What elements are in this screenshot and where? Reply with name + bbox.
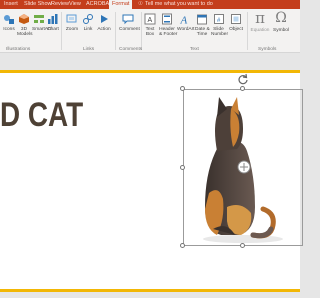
slide-number-icon: # xyxy=(213,14,224,24)
tab-review[interactable]: Review xyxy=(51,1,69,9)
tab-insert[interactable]: Insert xyxy=(4,1,18,9)
group-separator xyxy=(247,12,248,50)
group-separator xyxy=(61,12,62,50)
svg-text:A: A xyxy=(148,17,153,24)
header-footer-icon xyxy=(162,13,172,25)
group-label-symbols: Symbols xyxy=(258,47,277,52)
smartart-icon xyxy=(34,15,44,23)
group-label-illustrations: Illustrations xyxy=(6,47,31,52)
zoom-icon xyxy=(66,14,77,23)
wordart-button[interactable]: A WordArt xyxy=(177,13,195,33)
icons-button[interactable]: Icons xyxy=(2,13,16,32)
group-separator xyxy=(115,12,116,50)
omega-icon: Ω xyxy=(275,10,287,26)
action-button[interactable]: Action xyxy=(97,13,111,32)
slide-bottom-rule xyxy=(0,289,300,292)
ribbon-insert: Icons 3D Models SmartArt Chart Zoom Link… xyxy=(0,9,300,53)
symbol-button[interactable]: Ω Symbol xyxy=(272,10,290,34)
tab-format[interactable]: Format xyxy=(109,0,133,9)
rotate-handle-icon[interactable] xyxy=(237,73,249,85)
resize-handle-bottom[interactable] xyxy=(240,243,245,248)
tab-slide-show[interactable]: Slide Show xyxy=(24,1,52,9)
resize-handle-left[interactable] xyxy=(180,165,185,170)
action-icon xyxy=(101,15,108,23)
chart-icon xyxy=(48,14,58,24)
3d-models-button[interactable]: 3D Models xyxy=(17,13,32,37)
group-label-links: Links xyxy=(83,47,95,52)
group-separator xyxy=(141,12,142,50)
pi-icon: π xyxy=(255,9,265,27)
ribbon-tab-bar: Insert Slide Show Review View ACROBAT Fo… xyxy=(0,0,300,9)
comment-icon xyxy=(122,14,134,25)
equation-button[interactable]: π Equation xyxy=(250,9,270,34)
link-icon xyxy=(83,14,93,24)
smartart-button[interactable]: SmartArt xyxy=(32,13,51,32)
text-box-button[interactable]: A Text Box xyxy=(144,13,156,37)
cube-icon xyxy=(19,14,29,24)
group-label-comments: Comments xyxy=(119,47,143,52)
header-footer-button[interactable]: Header & Footer xyxy=(159,13,177,37)
lightbulb-icon: ☉ xyxy=(138,1,143,7)
link-button[interactable]: Link xyxy=(82,13,94,32)
resize-handle-top[interactable] xyxy=(240,86,245,91)
slide-number-button[interactable]: # Slide Number xyxy=(211,13,228,37)
text-box-icon: A xyxy=(144,13,156,25)
group-label-text: Text xyxy=(190,47,199,52)
object-button[interactable]: Object xyxy=(229,13,243,32)
chart-button[interactable]: Chart xyxy=(47,13,59,32)
3d-rotate-control-icon[interactable] xyxy=(237,160,251,174)
wordart-icon: A xyxy=(180,15,188,26)
zoom-button[interactable]: Zoom xyxy=(65,13,79,32)
slide-title[interactable]: D CAT xyxy=(0,96,83,135)
resize-handle-bottom-left[interactable] xyxy=(180,243,185,248)
date-time-button[interactable]: Date & Time xyxy=(195,13,210,37)
object-icon xyxy=(231,14,241,24)
comment-button[interactable]: Comment xyxy=(119,13,140,32)
icons-icon xyxy=(4,15,14,24)
tell-me-search[interactable]: ☉ Tell me what you want to do xyxy=(138,1,213,8)
calendar-icon xyxy=(197,14,207,25)
resize-handle-top-left[interactable] xyxy=(180,86,185,91)
tab-view[interactable]: View xyxy=(69,1,81,9)
svg-text:A: A xyxy=(180,15,188,26)
